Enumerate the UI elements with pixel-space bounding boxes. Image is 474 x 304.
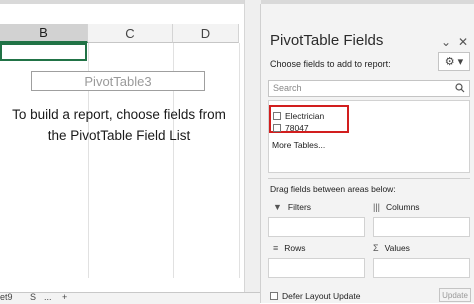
defer-label: Defer Layout Update [282, 291, 361, 301]
field-label: Electrician [285, 110, 325, 121]
update-button[interactable]: Update [439, 288, 471, 302]
pane-title: PivotTable Fields [270, 32, 384, 49]
defer-checkbox[interactable] [270, 292, 278, 300]
divider [268, 178, 470, 179]
column-header-d[interactable]: D [173, 24, 239, 43]
values-drop-area[interactable] [373, 258, 470, 278]
selected-cell[interactable] [0, 43, 87, 61]
rows-icon: ≡ [273, 243, 279, 253]
add-sheet-button[interactable]: + [62, 292, 67, 302]
vertical-scrollbar[interactable] [244, 0, 261, 292]
field-label: 78047 [285, 122, 309, 133]
search-icon [455, 83, 465, 93]
filters-area-label: ▼ Filters [273, 202, 312, 212]
columns-icon: ||| [373, 202, 381, 212]
search-placeholder: Search [273, 83, 302, 93]
close-icon[interactable]: ✕ [458, 35, 468, 49]
field-checkbox[interactable] [273, 123, 281, 132]
sigma-icon: Σ [373, 243, 379, 253]
defer-layout-row[interactable]: Defer Layout Update [270, 291, 360, 301]
more-tabs-button[interactable]: ... [44, 292, 52, 302]
field-item[interactable]: 78047 [273, 122, 309, 133]
filters-drop-area[interactable] [268, 217, 365, 237]
sheet-tab[interactable]: S [30, 292, 36, 302]
header-spacer [0, 4, 244, 24]
pivot-table-name[interactable]: PivotTable3 [31, 71, 205, 91]
sheet-tab[interactable]: et9 [0, 292, 13, 302]
chevron-down-icon[interactable]: ⌄ [441, 35, 451, 49]
drag-areas-label: Drag fields between areas below: [270, 184, 396, 194]
more-tables-link[interactable]: More Tables... [272, 140, 325, 150]
columns-area-label: ||| Columns [373, 202, 420, 212]
field-item[interactable]: Electrician [273, 110, 324, 121]
gear-icon[interactable]: ⚙ ▾ [438, 52, 470, 71]
filter-icon: ▼ [273, 202, 282, 212]
values-area-label: Σ Values [373, 243, 410, 253]
search-input[interactable]: Search [268, 80, 470, 97]
field-checkbox[interactable] [273, 111, 281, 120]
pivot-fields-pane: PivotTable Fields ⌄ ✕ Choose fields to a… [260, 4, 474, 303]
sheet-tabs-bar: et9 S ... + [0, 292, 260, 304]
field-list: Electrician 78047 More Tables... [268, 100, 470, 173]
grid-line [239, 43, 240, 278]
column-header-b[interactable]: B [0, 24, 88, 43]
pivot-placeholder-message[interactable]: To build a report, choose fields from th… [6, 104, 232, 146]
rows-area-label: ≡ Rows [273, 243, 306, 253]
column-header-c[interactable]: C [88, 24, 173, 43]
rows-drop-area[interactable] [268, 258, 365, 278]
columns-drop-area[interactable] [373, 217, 470, 237]
worksheet: B C D PivotTable3 To build a report, cho… [0, 0, 244, 303]
choose-fields-label: Choose fields to add to report: [270, 59, 391, 69]
